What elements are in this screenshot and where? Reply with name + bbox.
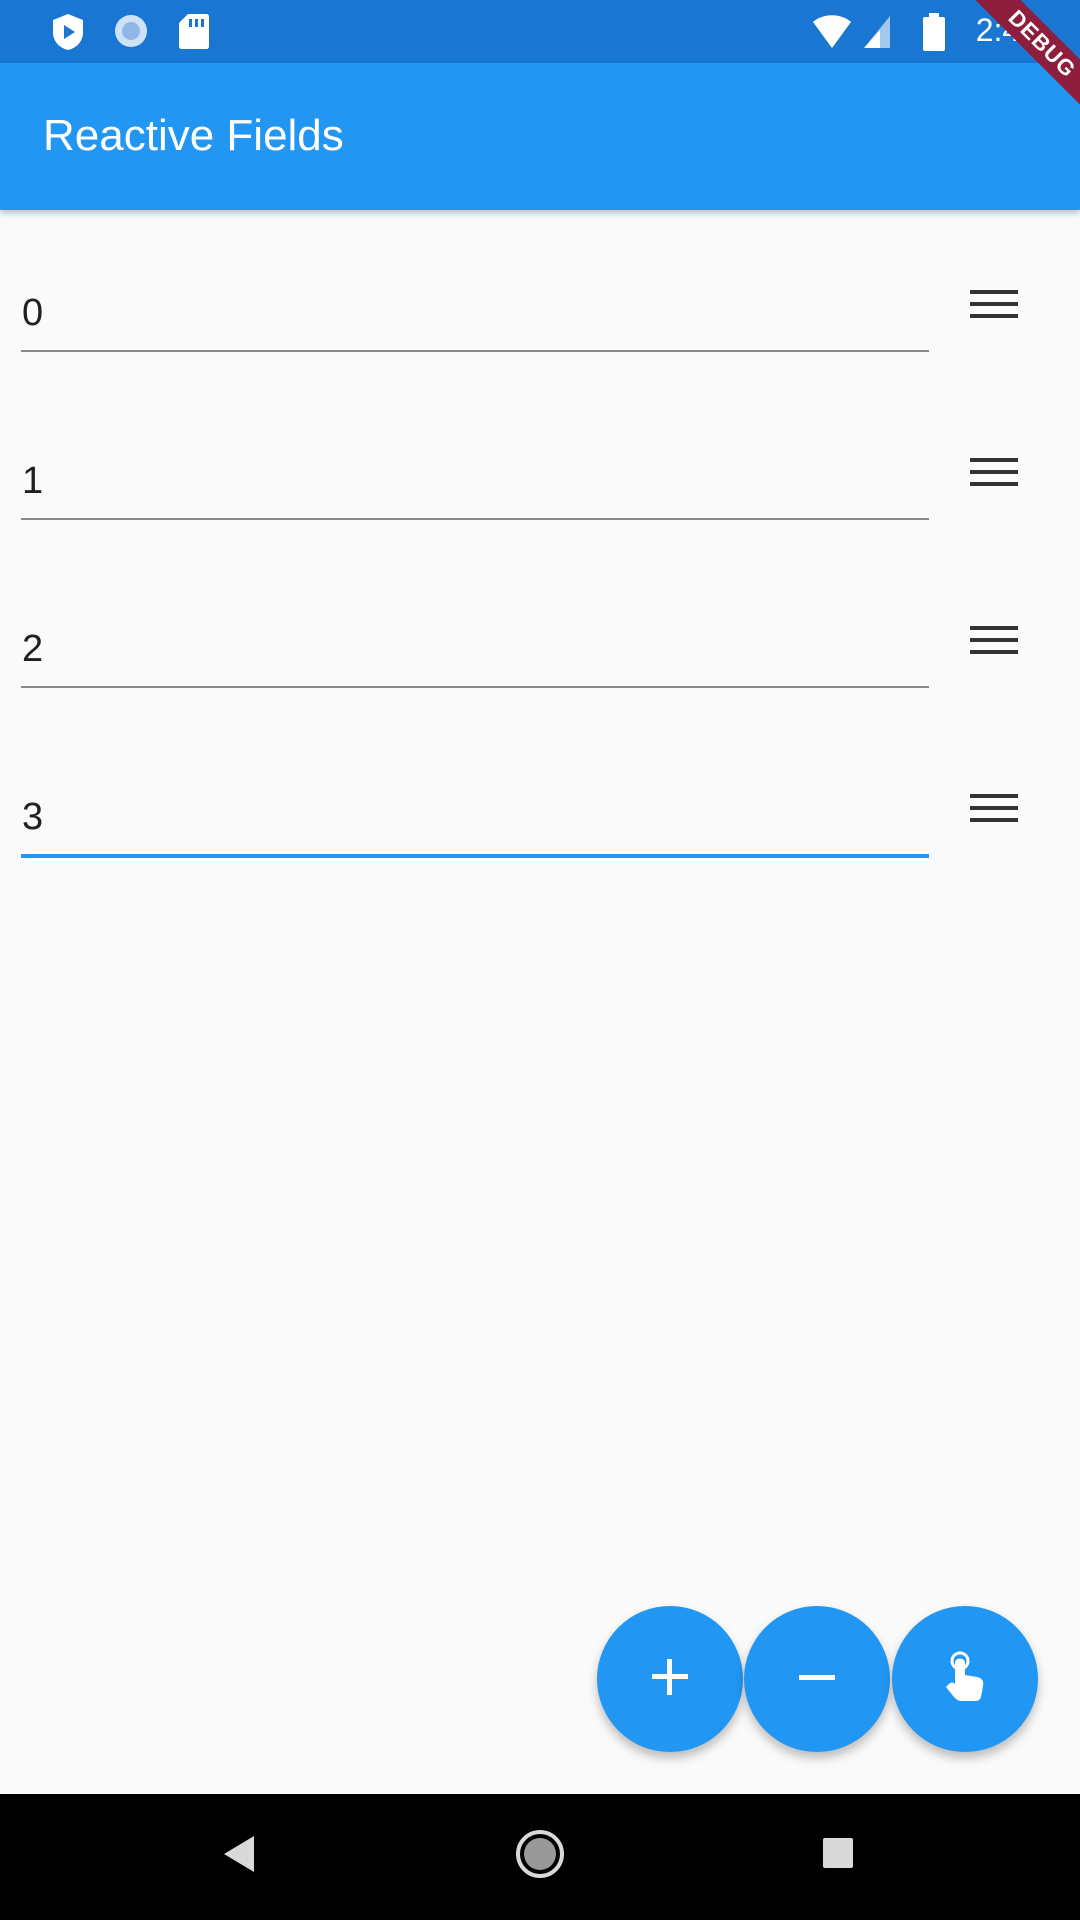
home-icon[interactable] <box>515 1829 565 1884</box>
field-row: 2 <box>0 588 1080 756</box>
drag-handle-icon[interactable] <box>970 290 1018 330</box>
field-underline-focused <box>21 854 929 858</box>
text-field[interactable]: 2 <box>22 628 43 671</box>
drag-handle-icon[interactable] <box>970 458 1018 498</box>
navigation-bar <box>0 1794 1080 1920</box>
field-row-focused: 3 <box>0 756 1080 924</box>
sync-icon <box>112 12 150 55</box>
add-icon <box>650 1657 690 1702</box>
status-time: 2:41 <box>975 12 1038 48</box>
wifi-icon <box>812 12 852 55</box>
status-bar: 2:41 <box>0 0 1080 63</box>
field-underline <box>21 350 929 352</box>
drag-handle-icon[interactable] <box>970 794 1018 834</box>
battery-icon <box>922 12 946 57</box>
screen: 2:41 Reactive Fields DEBUG 0 1 2 3 <box>0 0 1080 1920</box>
app-bar: Reactive Fields <box>0 63 1080 210</box>
touch-icon <box>941 1651 989 1708</box>
text-field[interactable]: 0 <box>22 292 43 335</box>
play-protect-icon <box>50 12 86 57</box>
sd-card-icon <box>178 12 210 55</box>
text-field[interactable]: 3 <box>22 796 43 839</box>
touch-button[interactable] <box>892 1606 1038 1752</box>
recents-icon[interactable] <box>822 1837 854 1874</box>
field-row: 0 <box>0 252 1080 420</box>
signal-icon <box>862 12 892 55</box>
back-icon[interactable] <box>222 1834 256 1879</box>
field-row: 1 <box>0 420 1080 588</box>
drag-handle-icon[interactable] <box>970 626 1018 666</box>
remove-field-button[interactable] <box>744 1606 890 1752</box>
add-field-button[interactable] <box>597 1606 743 1752</box>
text-field[interactable]: 1 <box>22 460 43 503</box>
remove-icon <box>797 1657 837 1702</box>
field-underline <box>21 518 929 520</box>
page-title: Reactive Fields <box>43 111 344 160</box>
field-underline <box>21 686 929 688</box>
